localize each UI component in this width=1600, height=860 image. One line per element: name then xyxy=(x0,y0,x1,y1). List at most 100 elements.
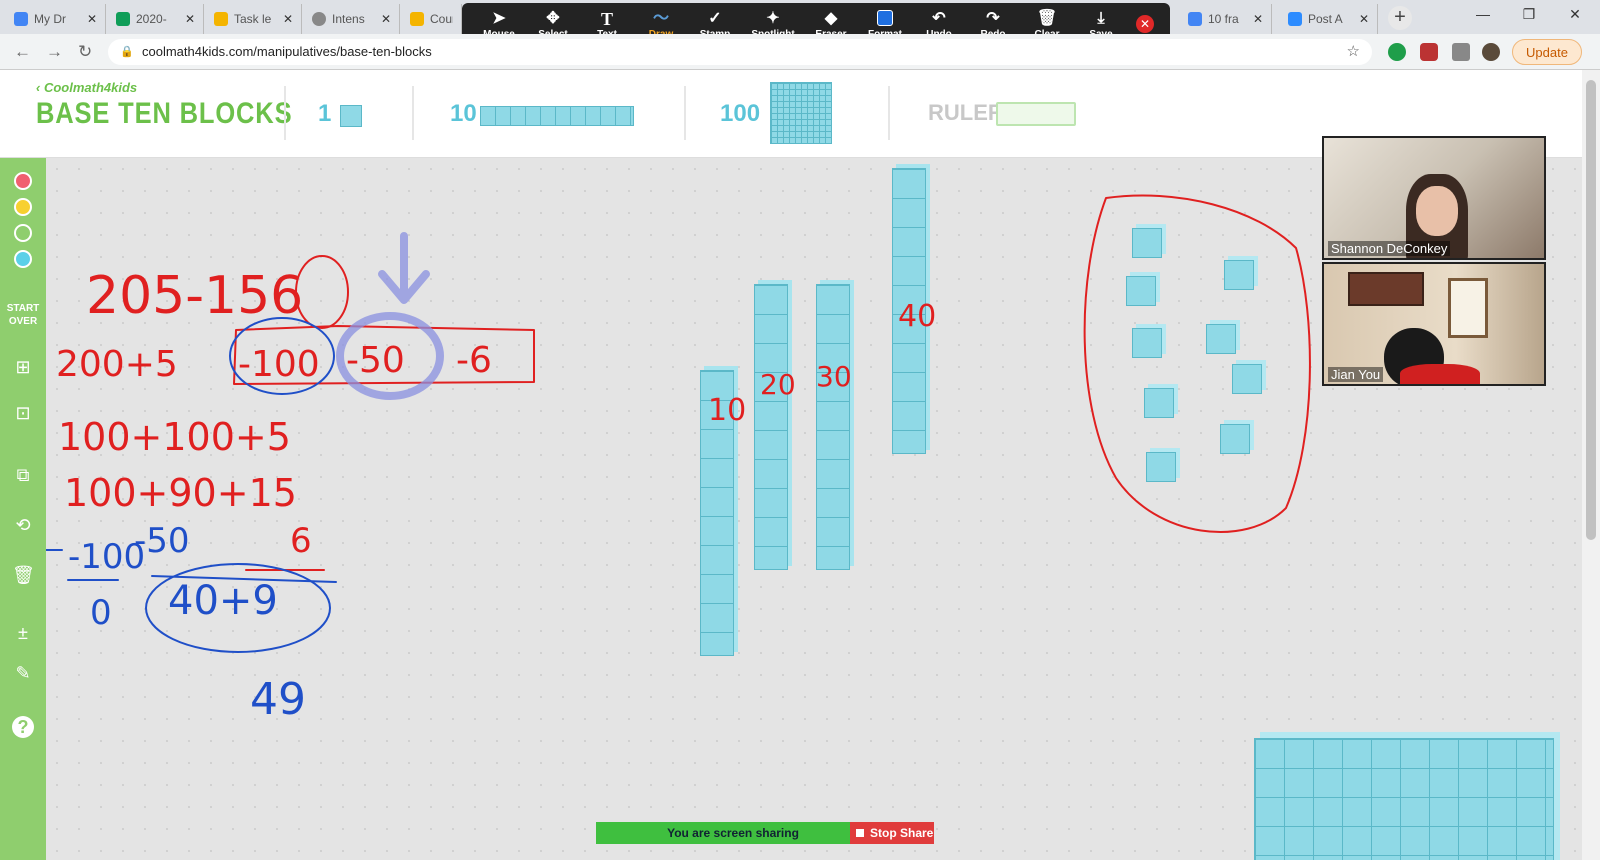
browser-tab[interactable]: Intens ✕ xyxy=(304,4,400,34)
text-icon: T xyxy=(600,8,613,29)
extensions-puzzle-icon[interactable] xyxy=(1452,43,1470,61)
break-apart-icon[interactable]: ⧉ xyxy=(12,464,34,486)
annotation-text: -50 xyxy=(346,340,405,381)
address-bar-row: ← → ↻ 🔒 coolmath4kids.com/manipulatives/… xyxy=(0,34,1600,70)
video-tile[interactable]: Shannon DeConkey xyxy=(1322,136,1546,260)
stop-share-button[interactable]: Stop Share xyxy=(850,822,934,844)
color-red-button[interactable] xyxy=(14,172,32,190)
vertical-scrollbar[interactable] xyxy=(1582,70,1600,860)
page-title: BASE TEN BLOCKS xyxy=(36,97,293,130)
browser-tab[interactable]: 2020- ✕ xyxy=(108,4,204,34)
ruler-tool[interactable] xyxy=(996,102,1076,126)
tab-favicon-icon xyxy=(1288,12,1302,26)
restore-icon[interactable]: ❐ xyxy=(1506,0,1552,30)
close-icon[interactable]: ✕ xyxy=(185,12,195,26)
back-to-coolmath-link[interactable]: ‹ Coolmath4kids xyxy=(36,80,137,95)
new-tab-button[interactable]: + xyxy=(1388,6,1412,30)
picture-frame xyxy=(1348,272,1424,306)
bookmark-star-icon[interactable]: ☆ xyxy=(1347,39,1360,65)
trash-icon[interactable]: 🗑 xyxy=(12,564,35,586)
annotation-text: 100+90+15 xyxy=(64,471,297,515)
eraser-icon: ◆ xyxy=(824,9,838,27)
ungroup-blocks-icon[interactable]: ⊡ xyxy=(12,402,34,424)
close-icon[interactable]: ✕ xyxy=(1253,12,1263,26)
draw-icon: 〜 xyxy=(652,9,669,27)
block-one-label: 1 xyxy=(318,100,332,127)
browser-tab[interactable]: Task le ✕ xyxy=(206,4,302,34)
reload-icon[interactable]: ↻ xyxy=(78,42,92,62)
forward-icon[interactable]: → xyxy=(46,42,63,62)
tab-label: Cour xyxy=(430,12,453,26)
tab-label: My Dr xyxy=(34,12,66,26)
tab-favicon-icon xyxy=(14,12,28,26)
video-tile[interactable]: Jian You xyxy=(1322,262,1546,386)
rotate-block-icon[interactable]: ⟲ xyxy=(12,514,34,536)
save-icon: ⤓ xyxy=(1097,9,1105,27)
annotation-text: 0 xyxy=(90,593,112,633)
tab-label: Intens xyxy=(332,12,365,26)
annotation-text: -6 xyxy=(456,340,492,381)
browser-tab[interactable]: 10 fra ✕ xyxy=(1180,4,1272,34)
back-icon[interactable]: ← xyxy=(14,42,31,62)
participant-shirt xyxy=(1400,364,1480,384)
redo-icon: ↷ xyxy=(986,9,1000,27)
group-blocks-icon[interactable]: ⊞ xyxy=(12,356,34,378)
annotation-text: 100+100+5 xyxy=(58,415,291,459)
color-green-button[interactable] xyxy=(14,224,32,242)
window-frame xyxy=(1448,278,1488,338)
color-blue-button[interactable] xyxy=(14,250,32,268)
tab-favicon-icon xyxy=(1188,12,1202,26)
screen-share-bar: You are screen sharing Stop Share xyxy=(596,822,934,844)
participant-face xyxy=(1416,186,1458,236)
unit-cube-block-source[interactable] xyxy=(340,105,362,127)
lock-icon: 🔒 xyxy=(120,46,134,58)
rod-label: 10 xyxy=(708,393,746,428)
math-symbols-icon[interactable]: ± xyxy=(12,622,34,644)
tab-label: 2020- xyxy=(136,12,167,26)
tab-favicon-icon xyxy=(214,12,228,26)
format-icon xyxy=(877,9,893,29)
extension-icon[interactable] xyxy=(1388,43,1406,61)
annotation-text: -100 xyxy=(238,344,320,385)
highlight-arrow xyxy=(378,232,430,304)
tab-label: 10 fra xyxy=(1208,12,1239,26)
tab-label: Post A xyxy=(1308,12,1343,26)
participant-name: Shannon DeConkey xyxy=(1328,241,1451,256)
close-icon[interactable]: ✕ xyxy=(1359,12,1369,26)
browser-tab[interactable]: Post A ✕ xyxy=(1280,4,1378,34)
screen-share-status: You are screen sharing xyxy=(596,822,850,844)
update-button[interactable]: Update xyxy=(1512,39,1582,65)
rod-label: 40 xyxy=(898,299,936,334)
close-icon[interactable]: ✕ xyxy=(381,12,391,26)
tab-favicon-icon xyxy=(116,12,130,26)
hundred-flat-block-source[interactable] xyxy=(770,82,832,144)
close-toolbar-button[interactable]: ✕ xyxy=(1136,15,1154,33)
tab-label: Task le xyxy=(234,12,272,26)
spotlight-icon: ✦ xyxy=(766,9,780,27)
annotation-lasso xyxy=(1083,194,1311,533)
help-icon[interactable]: ? xyxy=(12,716,34,738)
browser-tab[interactable]: Cour xyxy=(402,4,462,34)
annotation-text: 6 xyxy=(290,521,312,561)
extension-icon[interactable] xyxy=(1420,43,1438,61)
close-icon[interactable]: ✕ xyxy=(283,12,293,26)
block-hundred-label: 100 xyxy=(720,100,761,127)
tab-favicon-icon xyxy=(312,12,326,26)
annotation-text: 200+5 xyxy=(56,344,178,385)
divider xyxy=(284,86,286,140)
minimize-icon[interactable]: — xyxy=(1460,0,1506,30)
url-text: coolmath4kids.com/manipulatives/base-ten… xyxy=(142,44,432,59)
color-yellow-button[interactable] xyxy=(14,198,32,216)
browser-tab[interactable]: My Dr ✕ xyxy=(6,4,106,34)
window-close-icon[interactable]: ✕ xyxy=(1552,0,1598,30)
tab-favicon-icon xyxy=(410,12,424,26)
close-icon[interactable]: ✕ xyxy=(87,12,97,26)
start-over-button[interactable]: START OVER xyxy=(0,302,46,328)
annotation-circle xyxy=(295,255,349,329)
ten-rod-block-source[interactable] xyxy=(480,106,634,126)
move-icon: ✥ xyxy=(546,9,560,27)
url-input[interactable]: 🔒 coolmath4kids.com/manipulatives/base-t… xyxy=(108,39,1372,65)
scrollbar-thumb[interactable] xyxy=(1586,80,1596,540)
avatar[interactable] xyxy=(1482,43,1500,61)
pencil-icon[interactable]: ✎ xyxy=(12,662,34,684)
